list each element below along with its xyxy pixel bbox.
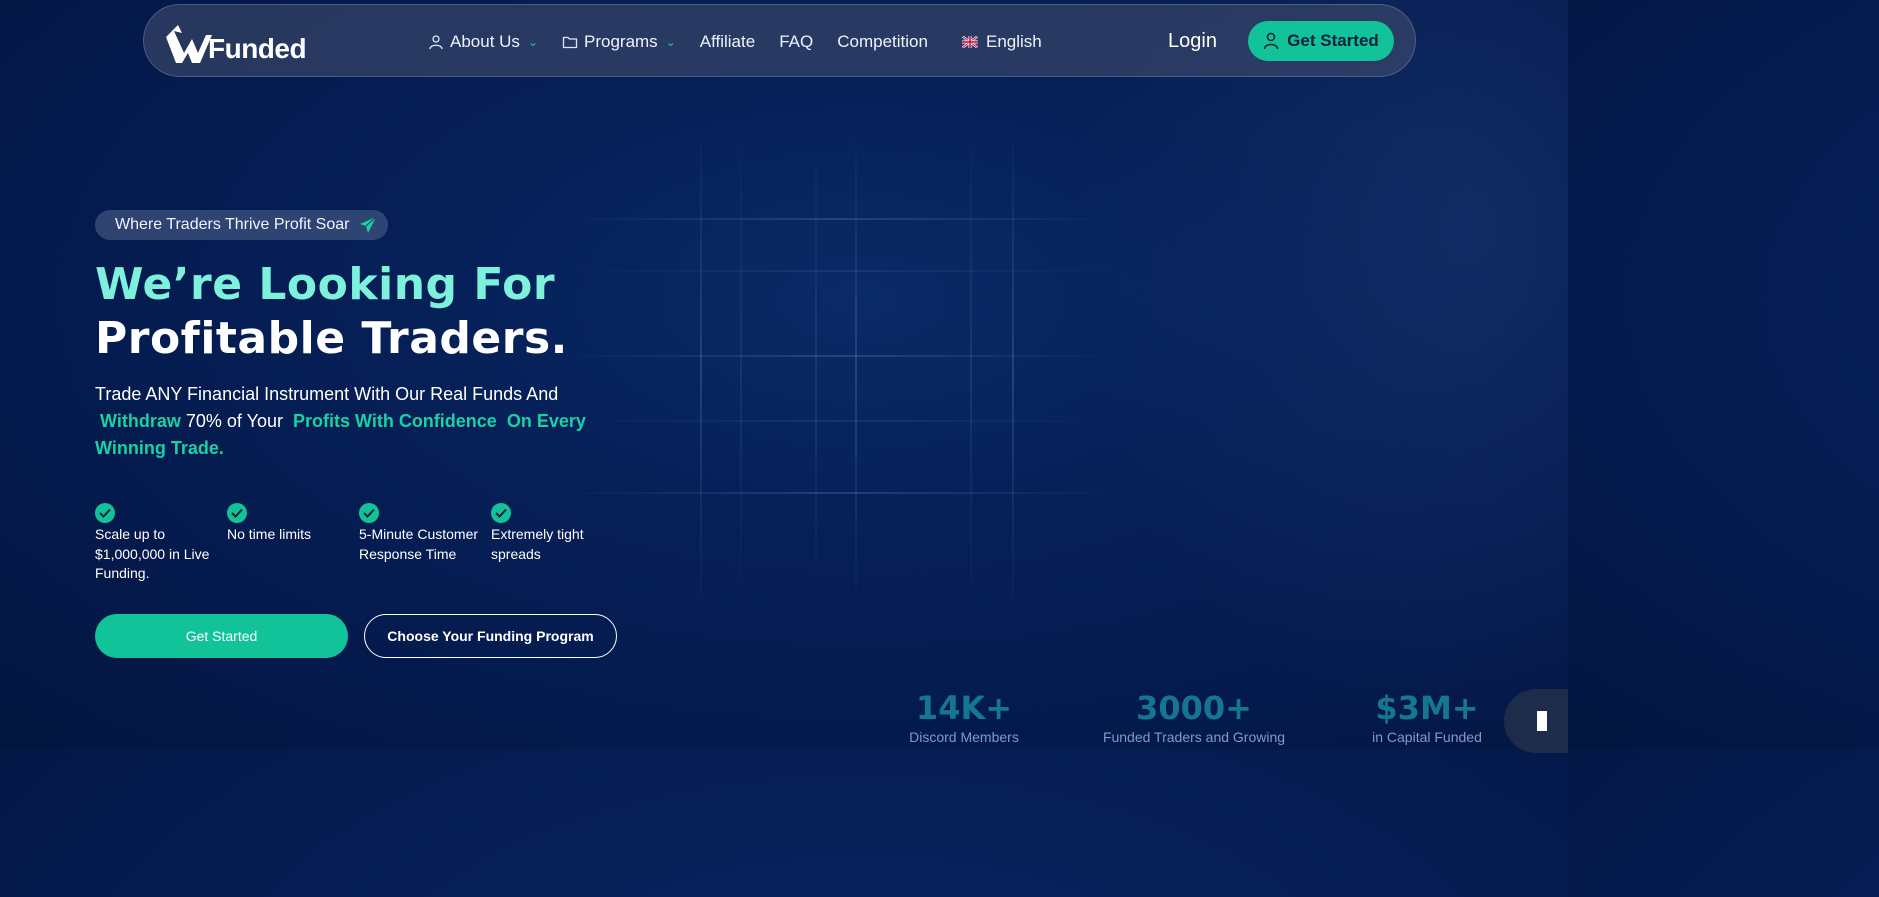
hero-headline: We’re Looking For Profitable Traders. (95, 258, 568, 366)
headline-line-2: Profitable Traders. (95, 313, 568, 364)
tagline-badge: Where Traders Thrive Profit Soar (95, 210, 388, 240)
stat-label: in Capital Funded (1372, 729, 1482, 745)
subtitle-highlight-profits: Profits With Confidence (292, 411, 497, 431)
stat-value: 14K+ (915, 689, 1013, 727)
folder-icon (562, 34, 578, 50)
logo-text: Funded (208, 33, 307, 64)
nav-competition-label: Competition (837, 31, 928, 51)
subtitle-part-2: 70% of Your (185, 411, 283, 431)
feature-list: Scale up to $1,000,000 in Live Funding. … (95, 503, 623, 584)
background-glow (1068, 0, 1568, 749)
hero-subtitle: Trade ANY Financial Instrument With Our … (95, 381, 595, 462)
uk-flag-icon (962, 35, 978, 48)
chevron-down-icon: ⌄ (665, 34, 676, 49)
check-icon (359, 503, 379, 523)
language-label: English (986, 31, 1042, 51)
check-icon (491, 503, 511, 523)
language-selector[interactable]: English (962, 5, 1042, 78)
feature-item: No time limits (227, 503, 359, 584)
feature-text: Extremely tight spreads (491, 526, 584, 562)
stat-label: Discord Members (909, 729, 1019, 745)
tagline-text: Where Traders Thrive Profit Soar (115, 216, 350, 233)
user-icon (428, 34, 444, 50)
check-icon (95, 503, 115, 523)
background-grid (560, 120, 1120, 620)
stat-capital-funded: $3M+ in Capital Funded (1366, 688, 1488, 746)
login-link[interactable]: Login (1168, 5, 1217, 78)
stat-discord-members: 14K+ Discord Members (902, 688, 1026, 746)
nav-programs-label: Programs (584, 31, 658, 51)
stat-value: 3000+ (1136, 689, 1252, 727)
stat-value: $3M+ (1375, 689, 1479, 727)
headline-line-1: We’re Looking For (95, 259, 556, 310)
feature-text: No time limits (227, 526, 312, 542)
top-navbar: Funded About Us ⌄ Programs ⌄ Affiliate F… (143, 4, 1416, 77)
nav-programs[interactable]: Programs ⌄ (562, 32, 676, 52)
chat-widget-button[interactable] (1504, 689, 1568, 753)
chevron-down-icon: ⌄ (527, 34, 538, 49)
get-started-nav-label: Get Started (1287, 31, 1379, 50)
nav-links: About Us ⌄ Programs ⌄ Affiliate FAQ Comp… (428, 5, 952, 78)
nav-affiliate-label: Affiliate (699, 31, 756, 51)
stat-funded-traders: 3000+ Funded Traders and Growing (1094, 688, 1294, 746)
check-icon (227, 503, 247, 523)
get-started-button[interactable]: Get Started (95, 614, 348, 658)
nav-competition[interactable]: Competition (837, 32, 928, 52)
stat-label: Funded Traders and Growing (1102, 729, 1286, 745)
feature-item: Extremely tight spreads (491, 503, 623, 584)
nav-about-us-label: About Us (450, 31, 520, 51)
feature-item: 5-Minute Customer Response Time (359, 503, 491, 584)
user-icon (1263, 32, 1279, 50)
logo-mark-icon (166, 25, 212, 63)
choose-funding-program-button[interactable]: Choose Your Funding Program (364, 614, 617, 658)
get-started-nav-button[interactable]: Get Started (1248, 21, 1394, 61)
logo[interactable]: Funded (164, 19, 307, 64)
nav-about-us[interactable]: About Us ⌄ (428, 32, 538, 52)
subtitle-highlight-withdraw: Withdraw (100, 411, 181, 431)
feature-text: Scale up to $1,000,000 in Live Funding. (95, 526, 210, 581)
subtitle-part-1: Trade ANY Financial Instrument With Our … (95, 384, 559, 404)
chat-icon (1537, 711, 1547, 731)
nav-affiliate[interactable]: Affiliate (700, 32, 755, 52)
nav-faq[interactable]: FAQ (779, 32, 813, 52)
feature-text: 5-Minute Customer Response Time (359, 526, 479, 562)
feature-item: Scale up to $1,000,000 in Live Funding. (95, 503, 227, 584)
nav-faq-label: FAQ (779, 31, 814, 51)
paper-plane-icon (360, 216, 377, 233)
